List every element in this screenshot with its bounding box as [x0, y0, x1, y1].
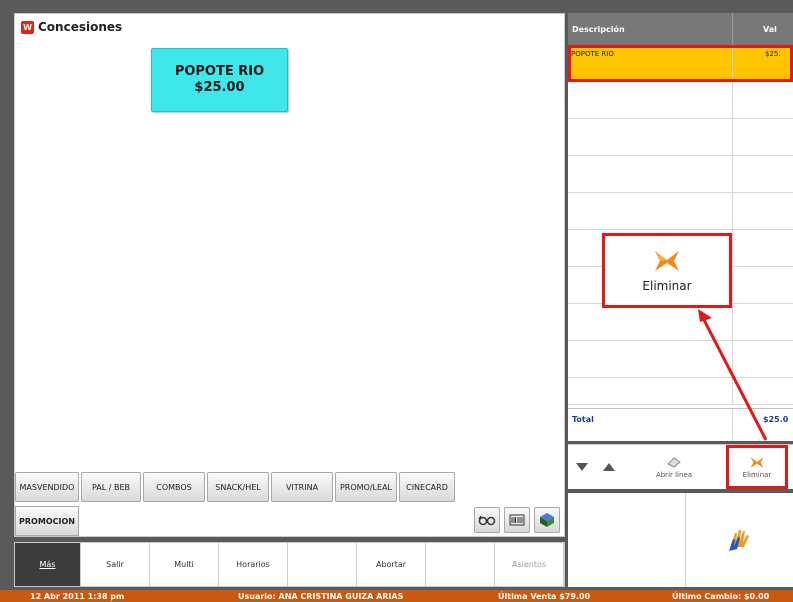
- concessions-logo-icon: W: [21, 20, 34, 34]
- ticket-row[interactable]: [568, 304, 793, 341]
- eliminar-label: Eliminar: [742, 470, 772, 479]
- product-price: $25.00: [194, 80, 245, 95]
- cube-icon[interactable]: [534, 507, 560, 533]
- category-combos[interactable]: COMBOS: [143, 472, 205, 502]
- status-last-sale: Última Venta $79.00: [498, 591, 591, 601]
- ticket-panel: Descripción Val POPOTE RIO $25. Total $2…: [568, 13, 793, 441]
- total-label: Total: [568, 409, 733, 441]
- tool-icons: [474, 507, 560, 533]
- glasses-icon[interactable]: [474, 507, 500, 533]
- column-value: Val: [763, 25, 777, 34]
- category-bar: MASVENDIDO PAL / BEB COMBOS SNACK/HEL VI…: [15, 472, 455, 502]
- ticket-row[interactable]: [568, 378, 793, 405]
- category-cinecard[interactable]: CINECARD: [399, 472, 455, 502]
- abortar-button[interactable]: Abortar: [357, 543, 426, 586]
- blank-button-2[interactable]: [426, 543, 495, 586]
- salir-button[interactable]: Salir: [81, 543, 150, 586]
- barcode-icon[interactable]: [504, 507, 530, 533]
- item-value: $25.: [765, 50, 781, 58]
- blank-button[interactable]: [288, 543, 357, 586]
- main-panel: W Concesiones POPOTE RIO $25.00 MASVENDI…: [14, 13, 565, 537]
- product-name: POPOTE RIO: [174, 64, 265, 79]
- mas-button[interactable]: Más: [15, 543, 81, 586]
- ticket-row[interactable]: [568, 156, 793, 193]
- category-masvendido[interactable]: MASVENDIDO: [15, 472, 79, 502]
- status-datetime: 12 Abr 2011 1:38 pm: [30, 591, 125, 601]
- hand-icon: [728, 530, 749, 551]
- total-value: $25.0: [763, 415, 789, 424]
- item-description: POPOTE RIO: [568, 45, 733, 81]
- chevron-down-icon[interactable]: [568, 445, 596, 489]
- delete-x-icon: [655, 250, 679, 271]
- asientos-button[interactable]: Asientos: [495, 543, 564, 586]
- horarios-button[interactable]: Horarios: [219, 543, 288, 586]
- eraser-icon: [667, 456, 681, 468]
- ticket-row[interactable]: [568, 193, 793, 230]
- category-promocion[interactable]: PROMOCION: [15, 506, 79, 536]
- category-promo-leal[interactable]: PROMO/LEAL: [335, 472, 397, 502]
- status-user: Usuario: ANA CRISTINA GUIZA ARIAS: [238, 591, 404, 601]
- category-vitrina[interactable]: VITRINA: [271, 472, 333, 502]
- ticket-controls: Abrir línea Eliminar: [568, 444, 793, 489]
- hand-cell[interactable]: [686, 493, 793, 587]
- ticket-row[interactable]: [568, 341, 793, 378]
- chevron-up-icon[interactable]: [596, 445, 622, 489]
- eliminar-callout: Eliminar: [602, 233, 732, 308]
- multi-button[interactable]: Multi: [150, 543, 219, 586]
- window-title: Concesiones: [38, 20, 123, 34]
- status-bar: 12 Abr 2011 1:38 pm Usuario: ANA CRISTIN…: [0, 590, 793, 602]
- delete-x-icon: [750, 456, 764, 468]
- ticket-row[interactable]: [568, 82, 793, 119]
- ticket-rows: POPOTE RIO $25.: [568, 45, 793, 405]
- function-bar: Más Salir Multi Horarios Abortar Asiento…: [14, 542, 565, 587]
- ticket-header: Descripción Val: [568, 13, 793, 45]
- empty-cell: [568, 493, 686, 587]
- status-last-change: Último Cambio: $0.00: [672, 591, 770, 601]
- column-description: Descripción: [568, 13, 733, 45]
- category-pal-beb[interactable]: PAL / BEB: [81, 472, 141, 502]
- callout-label: Eliminar: [642, 278, 692, 293]
- product-tile-popote-rio[interactable]: POPOTE RIO $25.00: [151, 48, 288, 112]
- title-bar: W Concesiones: [21, 20, 122, 34]
- app-window: W Concesiones POPOTE RIO $25.00 MASVENDI…: [0, 0, 793, 602]
- eliminar-button[interactable]: Eliminar: [726, 445, 788, 489]
- hand-panel: [568, 493, 793, 587]
- abrir-linea-label: Abrir línea: [655, 470, 693, 479]
- category-snack-hel[interactable]: SNACK/HEL: [207, 472, 269, 502]
- ticket-total: Total $25.0: [568, 408, 793, 441]
- ticket-row[interactable]: [568, 119, 793, 156]
- ticket-row-selected[interactable]: POPOTE RIO $25.: [568, 45, 793, 82]
- abrir-linea-button[interactable]: Abrir línea: [622, 445, 726, 489]
